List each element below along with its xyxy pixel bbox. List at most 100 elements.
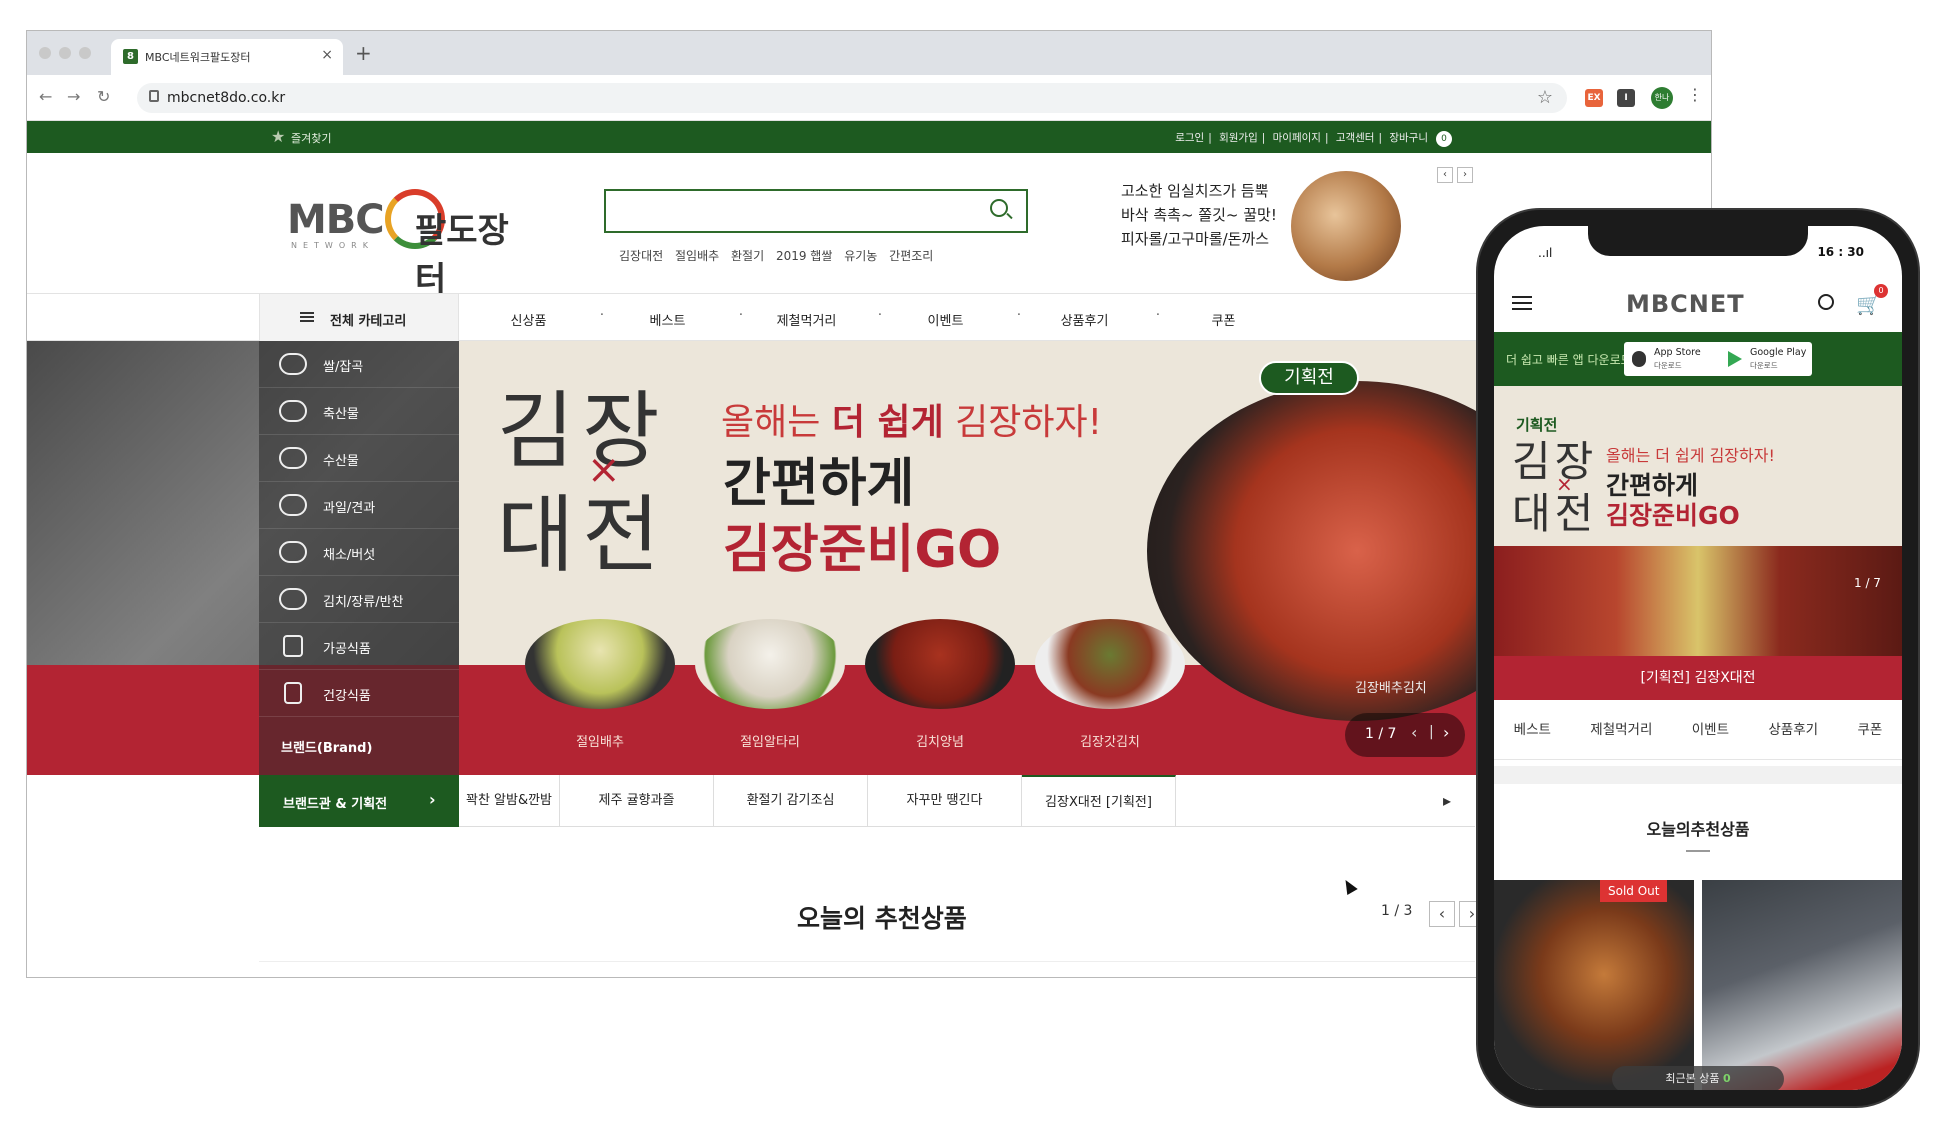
favorites-link[interactable]: 즐겨찾기 [291, 130, 331, 146]
nav-seasonal[interactable]: 제철먹거리 [737, 308, 882, 329]
mobile-hero-big-line: 김장 [1512, 437, 1598, 486]
brand-tab[interactable]: 제주 귤향과즐 [560, 775, 714, 827]
bookmark-star-icon[interactable]: ☆ [1537, 87, 1553, 108]
brand-label: 브랜드(Brand) [281, 741, 373, 756]
hero-big-title: 김장 대전 [497, 379, 668, 587]
brand-tab[interactable]: 환절기 감기조심 [714, 775, 868, 827]
mobile-tab[interactable]: 상품후기 [1768, 700, 1818, 759]
top-utility-bar: ★ 즐겨찾기 로그인 | 회원가입 | 마이페이지 | 고객센터 | 장바구니 0 [27, 121, 1711, 153]
nav-reviews[interactable]: 상품후기 [1015, 308, 1160, 329]
mobile-hero-caption[interactable]: [기획전] 김장X대전 [1494, 656, 1902, 700]
google-play-icon [1728, 351, 1742, 367]
mobile-menu-icon[interactable] [1512, 296, 1532, 310]
keyword-link[interactable]: 김장대전 [619, 249, 663, 263]
profile-avatar[interactable]: 한나 [1651, 87, 1673, 109]
side-cat-seafood[interactable]: 수산물 [259, 435, 459, 482]
keyword-link[interactable]: 절임배추 [675, 249, 719, 263]
mobile-tab[interactable]: 쿠폰 [1857, 700, 1882, 759]
site-logo[interactable]: MBC 팔도장터 NETWORK [287, 183, 537, 300]
keyword-link[interactable]: 2019 햅쌀 [776, 249, 832, 263]
side-cat-fruit[interactable]: 과일/견과 [259, 482, 459, 529]
forward-icon[interactable]: → [67, 87, 80, 106]
window-maximize-dot[interactable] [79, 47, 91, 59]
recent-products-button[interactable]: 최근본 상품 0 [1612, 1066, 1784, 1090]
side-cat-processed[interactable]: 가공식품 [259, 623, 459, 670]
nav-new[interactable]: 신상품 [459, 308, 604, 329]
keyword-link[interactable]: 환절기 [731, 249, 764, 263]
hero-prev-icon[interactable]: ‹ [1411, 723, 1417, 742]
mypage-link[interactable]: 마이페이지 [1273, 132, 1321, 144]
side-cat-label: 쌀/잡곡 [323, 360, 364, 375]
kimchi-seasoning-image [865, 619, 1015, 709]
search-keywords: 김장대전 절임배추 환절기 2019 햅쌀 유기농 간편조리 [619, 247, 941, 264]
hero-sub-post: 김장하자! [943, 402, 1103, 443]
recommend-pager: 1 / 3 [1381, 903, 1412, 919]
mobile-logo[interactable]: MBCNET [1626, 290, 1745, 318]
signup-link[interactable]: 회원가입 [1219, 132, 1258, 144]
brand-link[interactable]: 브랜드(Brand) [259, 717, 459, 775]
all-categories-label: 전체 카테고리 [330, 314, 407, 329]
brand-tab[interactable]: 자꾸만 땡긴다 [868, 775, 1022, 827]
nav-best[interactable]: 베스트 [598, 308, 743, 329]
side-cat-vegetable[interactable]: 채소/버섯 [259, 529, 459, 576]
mobile-hero-banner[interactable]: 기획전 김장 대전 × 올해는 더 쉽게 김장하자! 간편하게 김장준비GO 1… [1494, 386, 1902, 656]
keyword-link[interactable]: 간편조리 [889, 249, 933, 263]
hero-item-label: 절임배추 [576, 735, 624, 750]
brand-event-bar: 브랜드관 & 기획전 › 꽉찬 알밤&깐밤 제주 귤향과즐 환절기 감기조심 자꾸… [259, 775, 1475, 827]
brand-event-button[interactable]: 브랜드관 & 기획전 › [259, 775, 459, 827]
back-icon[interactable]: ← [39, 87, 52, 106]
hero-big-line: 대전 [497, 486, 668, 584]
lock-icon [149, 90, 159, 102]
url-text: mbcnet8do.co.kr [167, 90, 286, 106]
address-bar[interactable]: mbcnet8do.co.kr ☆ [137, 83, 1567, 113]
brand-tabs-next-icon[interactable]: ▸ [1443, 791, 1451, 810]
keyword-link[interactable]: 유기농 [844, 249, 877, 263]
all-categories-button[interactable]: 전체 카테고리 [259, 294, 459, 342]
side-cat-rice[interactable]: 쌀/잡곡 [259, 341, 459, 388]
hero-pager-count: 1 / 7 [1365, 726, 1397, 742]
reload-icon[interactable]: ↻ [97, 87, 110, 106]
recommend-prev-button[interactable]: ‹ [1429, 901, 1455, 927]
side-cat-label: 과일/견과 [323, 501, 376, 516]
mobile-tab[interactable]: 제철먹거리 [1590, 700, 1652, 759]
mobile-tab[interactable]: 베스트 [1514, 700, 1551, 759]
side-cat-meat[interactable]: 축산물 [259, 388, 459, 435]
extension-i-icon[interactable]: I [1617, 89, 1635, 107]
search-icon[interactable] [990, 199, 1008, 217]
side-cat-label: 김치/장류/반찬 [323, 595, 404, 610]
browser-tab[interactable]: 8 MBC네트워크팔도장터 × [111, 39, 343, 75]
cart-link[interactable]: 장바구니 [1389, 132, 1428, 144]
browser-menu-icon[interactable]: ⋮ [1687, 85, 1703, 104]
tab-close-icon[interactable]: × [321, 47, 333, 63]
side-cat-health[interactable]: 건강식품 [259, 670, 459, 717]
promo-food-image[interactable] [1291, 171, 1401, 281]
favorites-star-icon[interactable]: ★ [271, 127, 285, 146]
nav-event[interactable]: 이벤트 [876, 308, 1021, 329]
mobile-search-icon[interactable] [1818, 294, 1834, 310]
hero-next-icon[interactable]: › [1443, 723, 1449, 742]
side-cat-kimchi[interactable]: 김치/장류/반찬 [259, 576, 459, 623]
promo-prev-button[interactable]: ‹ [1437, 167, 1453, 183]
brand-tab-active[interactable]: 김장X대전 [기획전] [1022, 775, 1176, 827]
window-minimize-dot[interactable] [59, 47, 71, 59]
google-play-button[interactable]: Google Play 다운로드 [1720, 342, 1812, 376]
nav-coupon[interactable]: 쿠폰 [1154, 310, 1293, 329]
promo-next-button[interactable]: › [1457, 167, 1473, 183]
new-tab-icon[interactable]: + [355, 41, 372, 65]
login-link[interactable]: 로그인 [1175, 132, 1204, 144]
extension-ex-icon[interactable]: EX [1585, 89, 1603, 107]
mobile-product-image[interactable] [1494, 880, 1694, 1090]
window-close-dot[interactable] [39, 47, 51, 59]
hero-banner[interactable]: 김장 대전 × 올해는 더 쉽게 김장하자! 간편하게 김장준비GO 기획전 절… [27, 341, 1513, 775]
fish-icon [279, 447, 307, 469]
search-input[interactable] [604, 189, 1028, 233]
hero-subtitle: 올해는 더 쉽게 김장하자! [721, 393, 1102, 445]
mobile-tab[interactable]: 이벤트 [1692, 700, 1729, 759]
signal-icon: ..ıl [1538, 246, 1553, 260]
customer-center-link[interactable]: 고객센터 [1336, 132, 1375, 144]
hero-sub-bold: 더 쉽게 [831, 402, 944, 443]
brand-tab[interactable]: 꽉찬 알밤&깐밤 [459, 775, 560, 827]
mobile-product-image[interactable] [1702, 880, 1902, 1090]
app-store-label: App Store [1654, 347, 1701, 358]
event-pill[interactable]: 기획전 [1259, 361, 1359, 395]
